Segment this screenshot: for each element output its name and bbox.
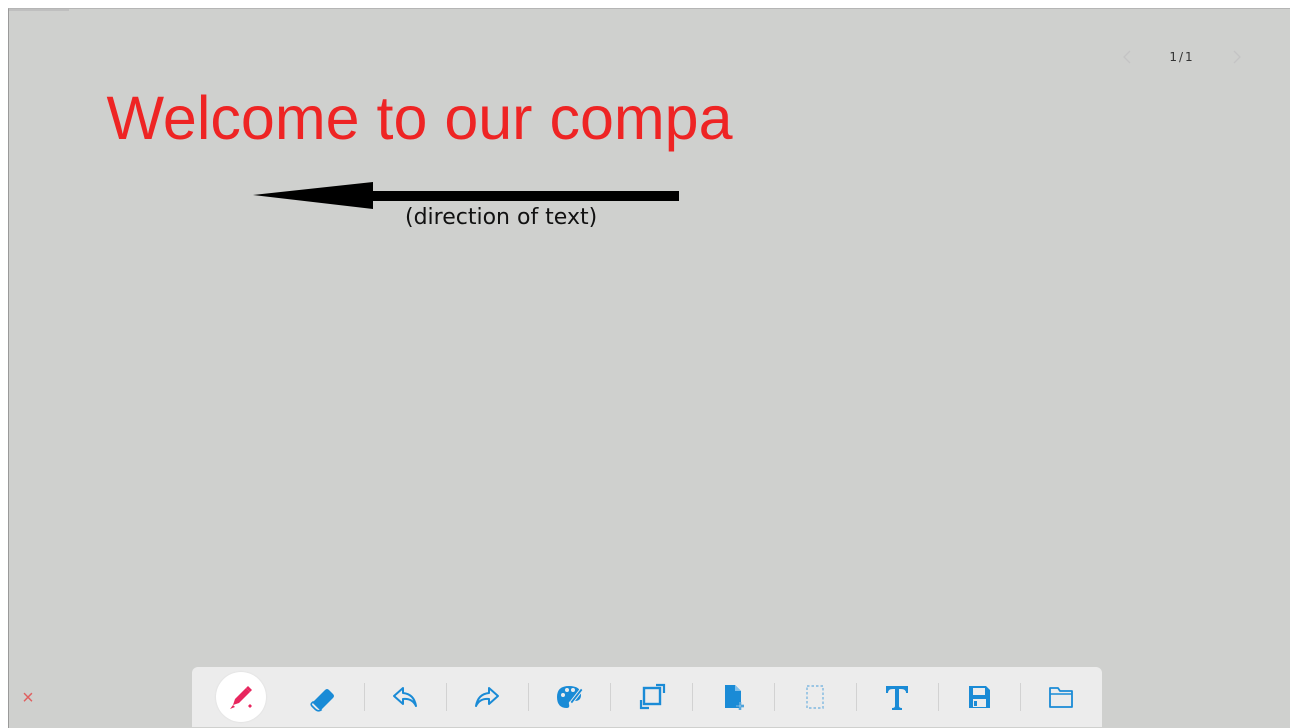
- color-palette-button[interactable]: [528, 667, 610, 727]
- text-icon: [886, 686, 908, 710]
- save-icon: [969, 686, 990, 708]
- whiteboard-window: 1/1 ıyWelcome to our compa (direction of…: [0, 0, 1290, 728]
- resize-icon: [639, 683, 666, 710]
- prev-page-button[interactable]: [1117, 47, 1137, 67]
- canvas-area[interactable]: 1/1 ıyWelcome to our compa (direction of…: [8, 8, 1290, 728]
- close-button[interactable]: ×: [18, 686, 38, 709]
- scrolling-text: ıyWelcome to our compa: [69, 83, 733, 153]
- new-page-button[interactable]: [692, 667, 774, 727]
- redo-icon: [475, 687, 499, 707]
- page-count: 1/1: [1169, 50, 1195, 64]
- next-page-button[interactable]: [1227, 47, 1247, 67]
- redo-button[interactable]: [446, 667, 528, 727]
- scrolling-text-main: Welcome to our compa: [106, 84, 733, 152]
- save-button[interactable]: [938, 667, 1020, 727]
- close-icon: ×: [22, 686, 34, 709]
- select-icon: [806, 685, 824, 709]
- active-indicator: [216, 672, 266, 722]
- undo-button[interactable]: [364, 667, 446, 727]
- pen-icon: [230, 686, 252, 709]
- direction-caption: (direction of text): [405, 205, 598, 230]
- folder-icon: [1049, 687, 1073, 708]
- select-tool-button[interactable]: [774, 667, 856, 727]
- pen-tool-button[interactable]: [200, 667, 282, 727]
- text-tool-button[interactable]: [856, 667, 938, 727]
- new-page-icon: [725, 685, 744, 710]
- chevron-left-icon: [1123, 50, 1131, 64]
- open-folder-button[interactable]: [1020, 667, 1102, 727]
- eraser-tool-button[interactable]: [282, 667, 364, 727]
- bottom-toolbar: [192, 667, 1102, 727]
- palette-icon: [557, 686, 584, 708]
- window-edge: [9, 9, 69, 11]
- eraser-icon: [310, 689, 334, 712]
- resize-button[interactable]: [610, 667, 692, 727]
- chevron-right-icon: [1233, 50, 1241, 64]
- page-navigator: 1/1: [1117, 45, 1247, 69]
- scrolling-text-banner: ıyWelcome to our compa: [69, 79, 849, 169]
- undo-icon: [393, 687, 417, 707]
